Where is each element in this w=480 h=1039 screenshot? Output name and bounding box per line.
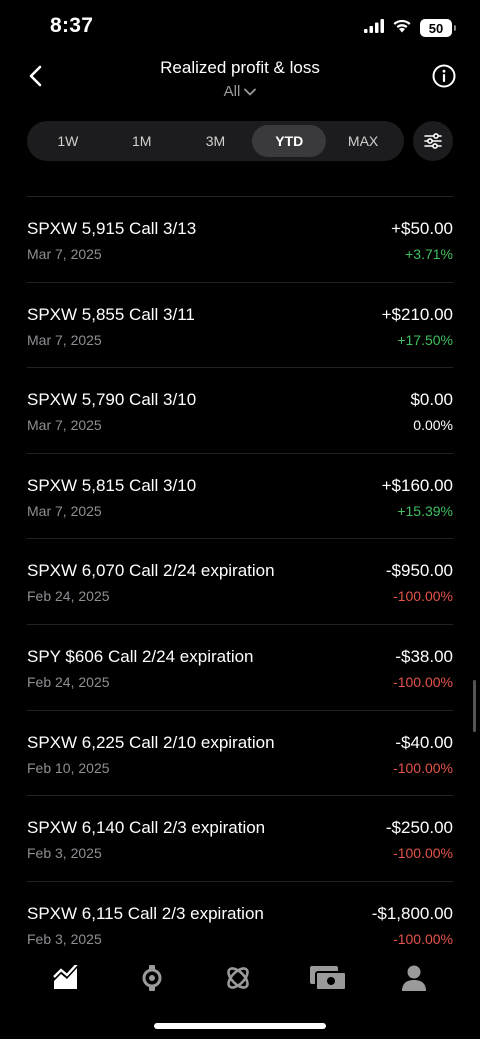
screen: 8:37 50 Realized profit & loss All 1W 1M… bbox=[0, 0, 480, 1039]
time-range-selector: 1W 1M 3M YTD MAX bbox=[27, 121, 404, 161]
pl-amount: -$38.00 bbox=[395, 646, 453, 666]
crypto-icon bbox=[142, 965, 162, 991]
position-name: SPXW 5,855 Call 3/11 bbox=[27, 304, 195, 324]
range-tab-max[interactable]: MAX bbox=[326, 125, 400, 157]
status-time: 8:37 bbox=[50, 14, 94, 37]
pl-percent: +17.50% bbox=[397, 331, 453, 348]
network-icon bbox=[227, 967, 249, 989]
position-name: SPXW 5,915 Call 3/13 bbox=[27, 219, 197, 238]
pl-percent: -100.00% bbox=[393, 930, 453, 947]
battery-icon: 50 bbox=[420, 19, 456, 37]
pl-amount: $0.00 bbox=[410, 390, 453, 410]
pl-amount: -$950.00 bbox=[385, 561, 453, 581]
list-item[interactable]: SPXW 5,790 Call 3/10 Mar 7, 2025 $0.00 0… bbox=[27, 368, 453, 454]
close-date: Feb 24, 2025 bbox=[27, 588, 110, 605]
account-filter-dropdown[interactable]: All bbox=[0, 83, 480, 100]
range-tab-ytd[interactable]: YTD bbox=[252, 125, 327, 157]
tab-cash[interactable] bbox=[308, 962, 348, 994]
info-button[interactable] bbox=[432, 64, 456, 88]
position-name: SPXW 6,225 Call 2/10 expiration bbox=[27, 732, 275, 752]
investing-chart-icon bbox=[53, 965, 78, 989]
list-item[interactable]: SPXW 6,070 Call 2/24 expiration Feb 24, … bbox=[27, 539, 453, 625]
list-item[interactable]: SPXW 6,225 Call 2/10 expiration Feb 10, … bbox=[27, 711, 453, 797]
pl-percent: -100.00% bbox=[393, 673, 453, 690]
filter-button[interactable] bbox=[413, 121, 453, 161]
pl-percent: 0.00% bbox=[413, 417, 453, 434]
chevron-down-icon bbox=[244, 88, 257, 95]
close-date: Feb 24, 2025 bbox=[27, 673, 110, 690]
pl-percent: -100.00% bbox=[393, 588, 453, 605]
pl-amount: -$40.00 bbox=[395, 732, 453, 752]
wifi-icon bbox=[392, 18, 412, 38]
list-item[interactable]: SPXW 5,815 Call 3/10 Mar 7, 2025 +$160.0… bbox=[27, 454, 453, 540]
pl-amount: -$250.00 bbox=[385, 818, 453, 838]
pl-percent: -100.00% bbox=[393, 759, 453, 776]
position-name: SPXW 5,815 Call 3/10 bbox=[27, 475, 197, 495]
header: Realized profit & loss All bbox=[0, 54, 480, 114]
status-icons: 50 bbox=[364, 18, 456, 38]
tab-investing[interactable] bbox=[50, 962, 82, 994]
list-item[interactable]: SPXW 5,855 Call 3/11 Mar 7, 2025 +$210.0… bbox=[27, 283, 453, 369]
scrollbar[interactable] bbox=[473, 680, 476, 732]
home-indicator[interactable] bbox=[154, 1023, 326, 1029]
pl-amount: +$50.00 bbox=[391, 219, 453, 238]
list-item[interactable]: SPXW 5,915 Call 3/13 Mar 7, 2025 +$50.00… bbox=[27, 197, 453, 283]
close-date: Feb 10, 2025 bbox=[27, 759, 110, 776]
page-title: Realized profit & loss bbox=[160, 58, 320, 77]
pl-amount: +$210.00 bbox=[381, 304, 453, 324]
close-date: Mar 7, 2025 bbox=[27, 502, 102, 519]
position-name: SPXW 6,115 Call 2/3 expiration bbox=[27, 903, 264, 923]
position-name: SPXW 5,790 Call 3/10 bbox=[27, 390, 197, 410]
pl-amount: -$1,800.00 bbox=[371, 903, 453, 923]
pl-percent: +3.71% bbox=[405, 246, 453, 262]
sliders-icon bbox=[424, 133, 442, 149]
cellular-signal-icon bbox=[364, 18, 384, 38]
close-date: Feb 3, 2025 bbox=[27, 845, 102, 862]
range-tab-1m[interactable]: 1M bbox=[105, 125, 179, 157]
account-filter-label: All bbox=[223, 83, 241, 100]
position-name: SPXW 6,140 Call 2/3 expiration bbox=[27, 818, 266, 838]
pl-amount: +$160.00 bbox=[381, 475, 453, 495]
position-name: SPXW 6,070 Call 2/24 expiration bbox=[27, 561, 275, 581]
range-tab-3m[interactable]: 3M bbox=[179, 125, 253, 157]
position-name: SPY $606 Call 2/24 expiration bbox=[27, 646, 254, 666]
cash-icon bbox=[310, 966, 347, 991]
close-date: Mar 7, 2025 bbox=[27, 331, 102, 348]
tab-crypto[interactable] bbox=[136, 962, 168, 994]
tab-account[interactable] bbox=[398, 962, 430, 994]
range-tab-1w[interactable]: 1W bbox=[31, 125, 105, 157]
list-item[interactable]: SPY $606 Call 2/24 expiration Feb 24, 20… bbox=[27, 625, 453, 711]
close-date: Mar 7, 2025 bbox=[27, 246, 102, 262]
pl-percent: -100.00% bbox=[393, 845, 453, 862]
pl-percent: +15.39% bbox=[397, 502, 453, 519]
close-date: Mar 7, 2025 bbox=[27, 417, 102, 434]
tab-network[interactable] bbox=[222, 962, 254, 994]
realized-pl-list: SPXW 5,915 Call 3/13 Mar 7, 2025 +$50.00… bbox=[27, 196, 453, 967]
list-item[interactable]: SPXW 6,140 Call 2/3 expiration Feb 3, 20… bbox=[27, 796, 453, 882]
info-icon bbox=[432, 64, 456, 88]
status-bar: 8:37 50 bbox=[0, 0, 480, 54]
close-date: Feb 3, 2025 bbox=[27, 930, 102, 947]
account-icon bbox=[402, 965, 426, 991]
